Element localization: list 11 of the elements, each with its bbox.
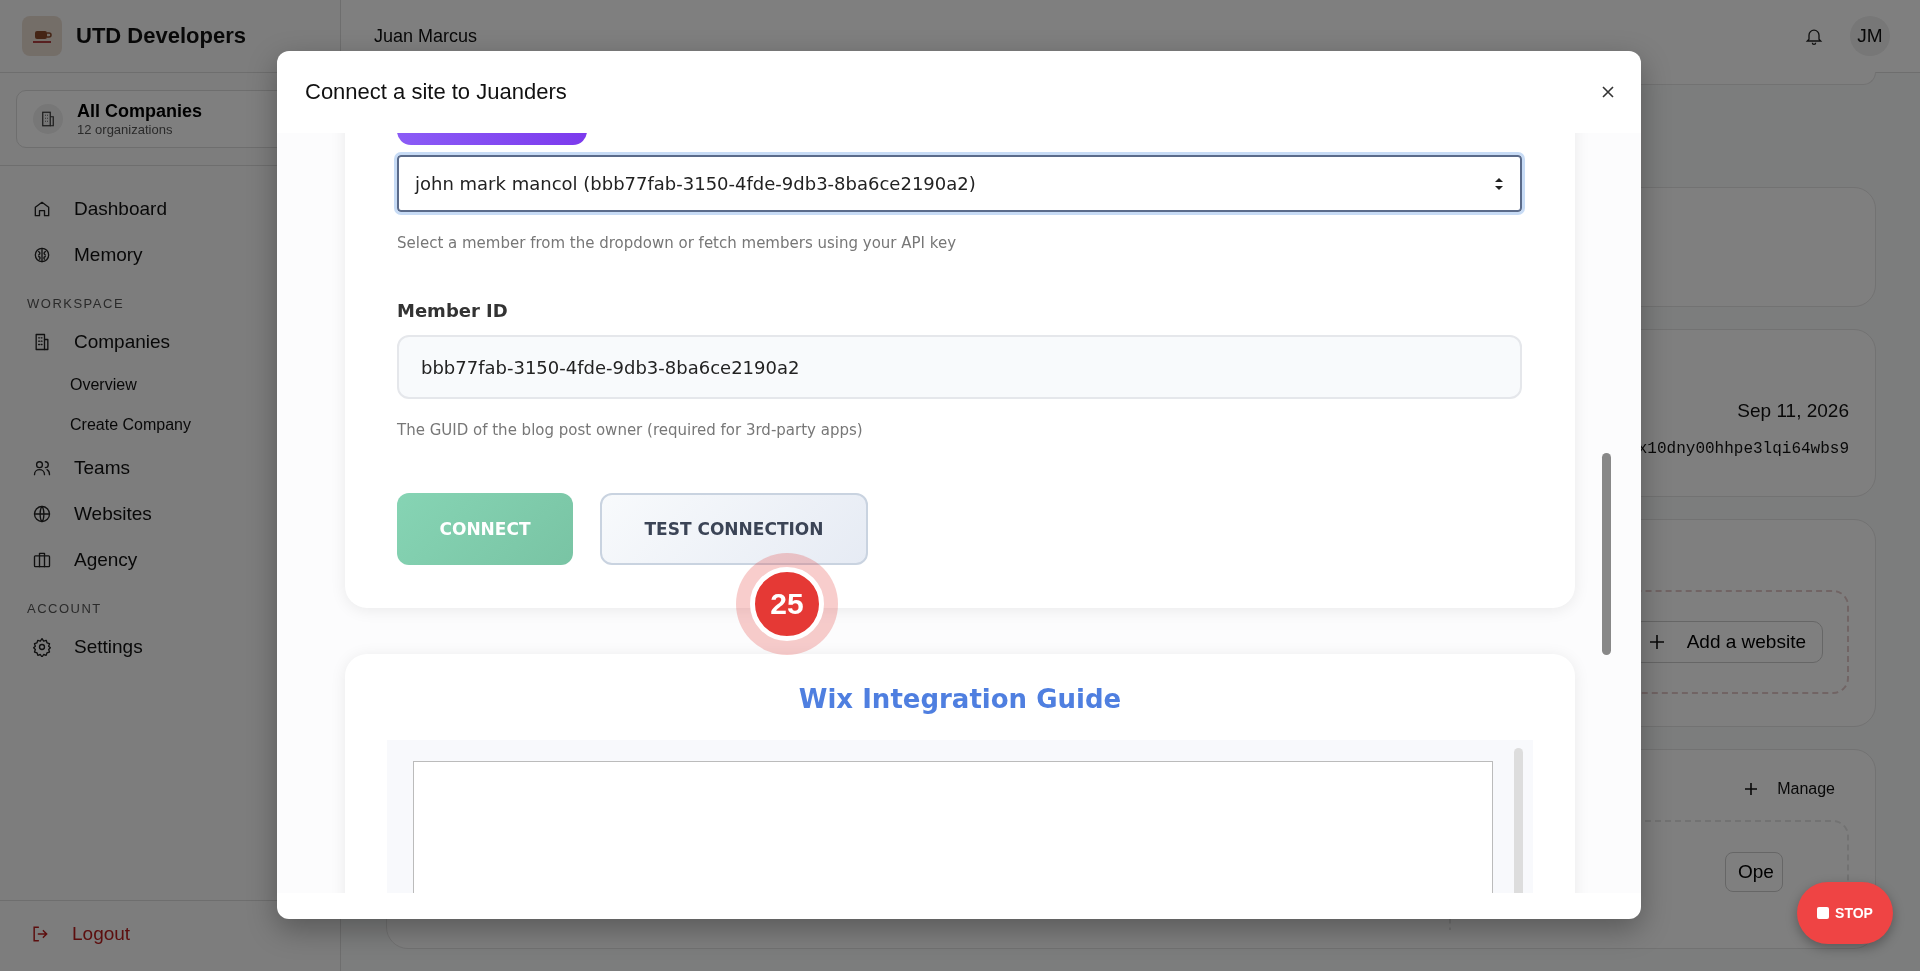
key-text: x10dny00hhpe3lqi64wbs9 [1637,440,1849,458]
guide-title: Wix Integration Guide [797,684,1123,714]
step-badge: 25 [750,567,824,641]
help-text: The GUID of the blog post owner (required for 3rd-party apps) [397,421,864,439]
date-text: Sep 11, 2026 [1737,400,1849,422]
field-label: Member ID [397,300,509,321]
section-heading: WORKSPACE [26,295,126,313]
help-text: Select a member from the dropdown or fetch members using your API key [397,234,957,252]
brand-name: UTD Developers [76,23,246,49]
section-heading: ACCOUNT [26,600,103,618]
user-name: Juan Marcus [374,25,478,47]
